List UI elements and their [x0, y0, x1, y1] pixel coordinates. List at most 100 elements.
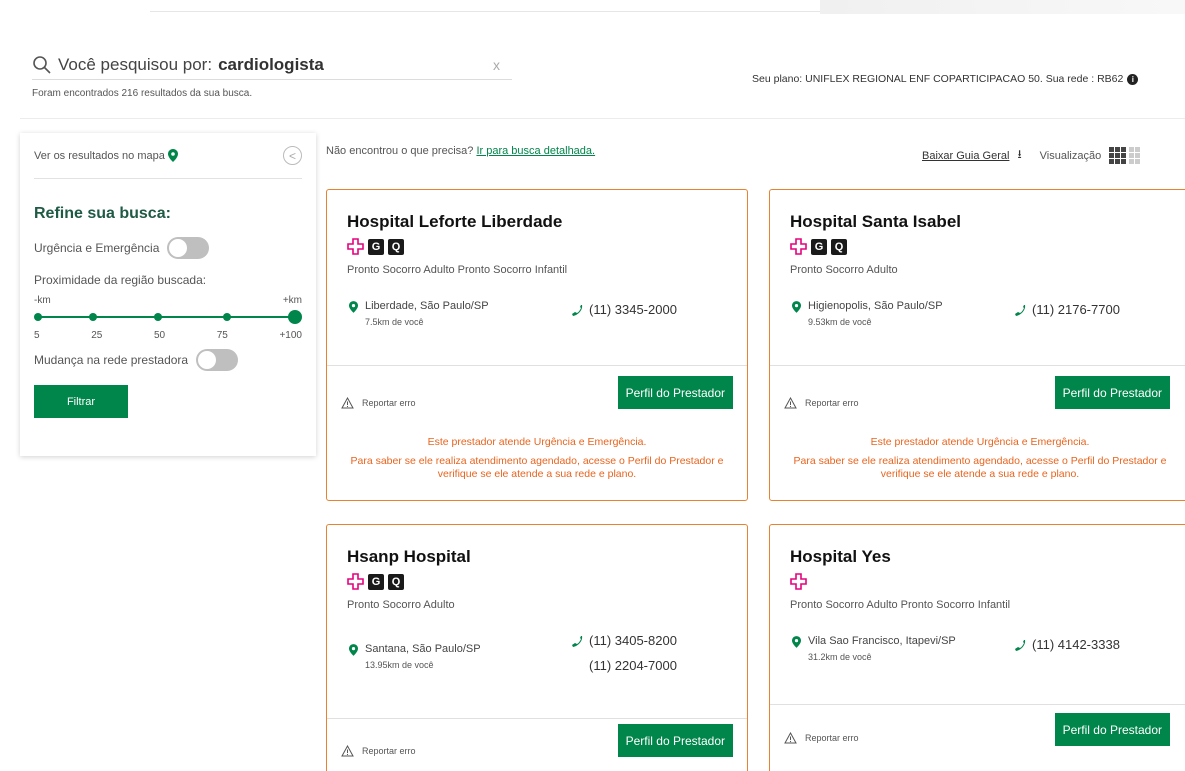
urgency-toggle[interactable] [167, 237, 210, 259]
tick-label: 50 [153, 330, 166, 341]
filter-sidebar: Ver os resultados no mapa < Refine sua b… [20, 133, 316, 456]
km-min-label: -km [34, 295, 51, 306]
provider-badges: G Q [790, 238, 851, 255]
warning-icon [784, 397, 797, 409]
location-pin-icon [792, 636, 801, 648]
phone-number[interactable]: (11) 3345-2000 [589, 302, 677, 317]
provider-distance: 31.2km de você [808, 652, 872, 662]
info-icon[interactable]: i [1127, 73, 1139, 85]
network-change-label: Mudança na rede prestadora [34, 353, 189, 367]
tick-label: 25 [91, 330, 103, 341]
provider-profile-button[interactable]: Perfil do Prestador [1054, 376, 1170, 409]
provider-badges: G Q [347, 238, 408, 255]
provider-card: Hospital Santa Isabel G Q Pronto Socorro… [769, 189, 1185, 501]
provider-phone: (11) 3405-8200 (11) 2204-7000 [571, 633, 677, 673]
km-max-label: +km [282, 295, 302, 306]
tick-label: 5 [34, 330, 40, 341]
search-summary: Você pesquisou por: cardiologista x Fora… [32, 50, 512, 99]
search-prefix: Você pesquisou por: [58, 54, 213, 74]
list-view-icon[interactable] [1129, 147, 1141, 164]
phone-icon [1015, 305, 1026, 316]
slider-track [36, 316, 298, 318]
not-found-text: Não encontrou o que precisa? [326, 145, 474, 157]
report-error[interactable]: Reportar erro [784, 732, 859, 744]
report-error-label: Reportar erro [362, 398, 416, 408]
badge-g-icon: G [368, 573, 384, 590]
provider-profile-button[interactable]: Perfil do Prestador [617, 724, 733, 757]
network-change-toggle[interactable] [196, 349, 239, 371]
provider-specialties: Pronto Socorro Adulto [347, 599, 455, 611]
view-controls: Baixar Guia Geral ⭳ Visualização [922, 145, 1141, 166]
report-error[interactable]: Reportar erro [341, 397, 416, 409]
slider-stop[interactable] [223, 313, 231, 321]
provider-card: Hospital Yes Pronto Socorro Adulto Pront… [769, 524, 1185, 771]
notice-line-1: Este prestador atende Urgência e Emergên… [870, 436, 1090, 448]
slider-ticks: 5 25 50 75 +100 [34, 330, 302, 341]
urgency-filter: Urgência e Emergência [34, 237, 302, 259]
phone-icon [572, 636, 583, 647]
location-pin-icon [349, 644, 358, 656]
proximity-slider[interactable] [34, 310, 302, 324]
provider-name: Hospital Yes [790, 547, 891, 566]
slider-stop[interactable] [154, 313, 162, 321]
slider-stop[interactable] [89, 313, 97, 321]
search-bar[interactable]: Você pesquisou por: cardiologista x [32, 50, 512, 80]
download-guide-link[interactable]: Baixar Guia Geral [922, 150, 1009, 162]
provider-location: Higienopolis, São Paulo/SP 9.53km de voc… [792, 300, 943, 327]
emergency-cross-icon [347, 238, 364, 255]
badge-q-icon: Q [388, 238, 404, 255]
filter-button[interactable]: Filtrar [34, 385, 128, 418]
report-error-label: Reportar erro [805, 733, 859, 743]
collapse-sidebar-icon[interactable]: < [283, 146, 302, 165]
map-pin-icon[interactable] [167, 149, 178, 162]
provider-distance: 7.5km de você [365, 317, 424, 327]
location-pin-icon [349, 301, 358, 313]
divider [20, 118, 1185, 119]
provider-address: Higienopolis, São Paulo/SP [808, 300, 943, 312]
provider-card-footer: Reportar erro Perfil do Prestador [327, 719, 747, 771]
notice-line-2: Para saber se ele realiza atendimento ag… [350, 455, 724, 480]
provider-distance: 9.53km de você [808, 317, 872, 327]
provider-card-body: Hospital Leforte Liberdade G Q Pronto So… [327, 190, 747, 366]
slider-stop[interactable] [34, 313, 42, 321]
badge-g-icon: G [811, 238, 827, 255]
badge-q-icon: Q [388, 573, 404, 590]
phone-icon [1015, 640, 1026, 651]
provider-card-footer: Reportar erro Perfil do Prestador [770, 366, 1185, 426]
map-link[interactable]: Ver os resultados no mapa [34, 150, 165, 162]
phone-number[interactable]: (11) 4142-3338 [1032, 637, 1120, 652]
report-error-label: Reportar erro [362, 746, 416, 756]
provider-badges: G Q [347, 573, 408, 590]
provider-name: Hsanp Hospital [347, 547, 471, 566]
provider-profile-button[interactable]: Perfil do Prestador [617, 376, 733, 409]
plan-text: Seu plano: UNIFLEX REGIONAL ENF COPARTIC… [752, 73, 1124, 85]
provider-location: Liberdade, São Paulo/SP 7.5km de você [349, 300, 489, 327]
provider-card-body: Hospital Santa Isabel G Q Pronto Socorro… [770, 190, 1185, 366]
grid-view-icon[interactable] [1109, 147, 1127, 164]
phone-number[interactable]: (11) 2176-7700 [1032, 302, 1120, 317]
provider-phone: (11) 4142-3338 [1014, 637, 1120, 652]
provider-address: Vila Sao Francisco, Itapevi/SP [808, 635, 956, 647]
provider-card-body: Hsanp Hospital G Q Pronto Socorro Adulto… [327, 525, 747, 719]
report-error[interactable]: Reportar erro [784, 397, 859, 409]
provider-card-body: Hospital Yes Pronto Socorro Adulto Pront… [770, 525, 1185, 705]
km-labels: -km +km [34, 295, 302, 306]
results-count: Foram encontrados 216 resultados da sua … [32, 88, 253, 99]
location-pin-icon [792, 301, 801, 313]
clear-search-icon[interactable]: x [493, 57, 500, 73]
provider-card-footer: Reportar erro Perfil do Prestador [327, 366, 747, 426]
provider-profile-button[interactable]: Perfil do Prestador [1054, 713, 1170, 746]
phone-number[interactable]: (11) 2204-7000 [589, 658, 677, 673]
search-term: cardiologista [218, 54, 324, 74]
download-icon[interactable]: ⭳ [1017, 145, 1021, 166]
provider-distance: 13.95km de você [365, 660, 434, 670]
report-error-label: Reportar erro [805, 398, 859, 408]
phone-number[interactable]: (11) 3405-8200 [589, 633, 677, 648]
detailed-search-link[interactable]: Ir para busca detalhada. [476, 145, 595, 157]
provider-location: Santana, São Paulo/SP 13.95km de você [349, 643, 481, 670]
urgency-notice: Este prestador atende Urgência e Emergên… [327, 426, 747, 481]
provider-specialties: Pronto Socorro Adulto Pronto Socorro Inf… [790, 599, 1011, 611]
provider-card: Hsanp Hospital G Q Pronto Socorro Adulto… [326, 524, 748, 771]
slider-handle[interactable] [288, 310, 302, 324]
report-error[interactable]: Reportar erro [341, 745, 416, 757]
